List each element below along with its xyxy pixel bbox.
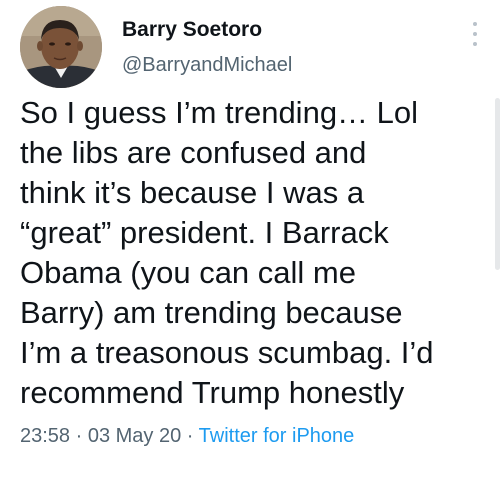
tweet-line: Barry) am trending because [20,295,403,330]
user-handle[interactable]: @BarryandMichael [122,54,292,77]
tweet-line: I’m a treasonous scumbag. I’d [20,335,434,370]
tweet-date[interactable]: 03 May 20 [88,425,181,447]
dot [473,22,477,26]
tweet-metadata: 23:58 · 03 May 20 · Twitter for iPhone [20,425,354,448]
tweet-line: the libs are confused and [20,135,367,170]
avatar[interactable] [20,6,102,88]
tweet-line: recommend Trump honestly [20,375,405,410]
tweet-line: So I guess I’m trending… Lol [20,95,419,130]
more-vertical-icon[interactable] [470,22,480,46]
tweet-source-link[interactable]: Twitter for iPhone [199,425,355,447]
profile-photo-icon [20,6,102,88]
tweet-line: “great” president. I Barrack [20,215,389,250]
tweet-time[interactable]: 23:58 [20,425,70,447]
separator: · [70,425,88,447]
tweet-line: Obama (you can call me [20,255,356,290]
tweet-text: So I guess I’m trending… Lol the libs ar… [20,93,484,413]
dot [473,42,477,46]
tweet-line: think it’s because I was a [20,175,365,210]
display-name[interactable]: Barry Soetoro [122,18,262,42]
dot [473,32,477,36]
scrollbar-thumb[interactable] [495,98,500,270]
separator: · [181,425,199,447]
